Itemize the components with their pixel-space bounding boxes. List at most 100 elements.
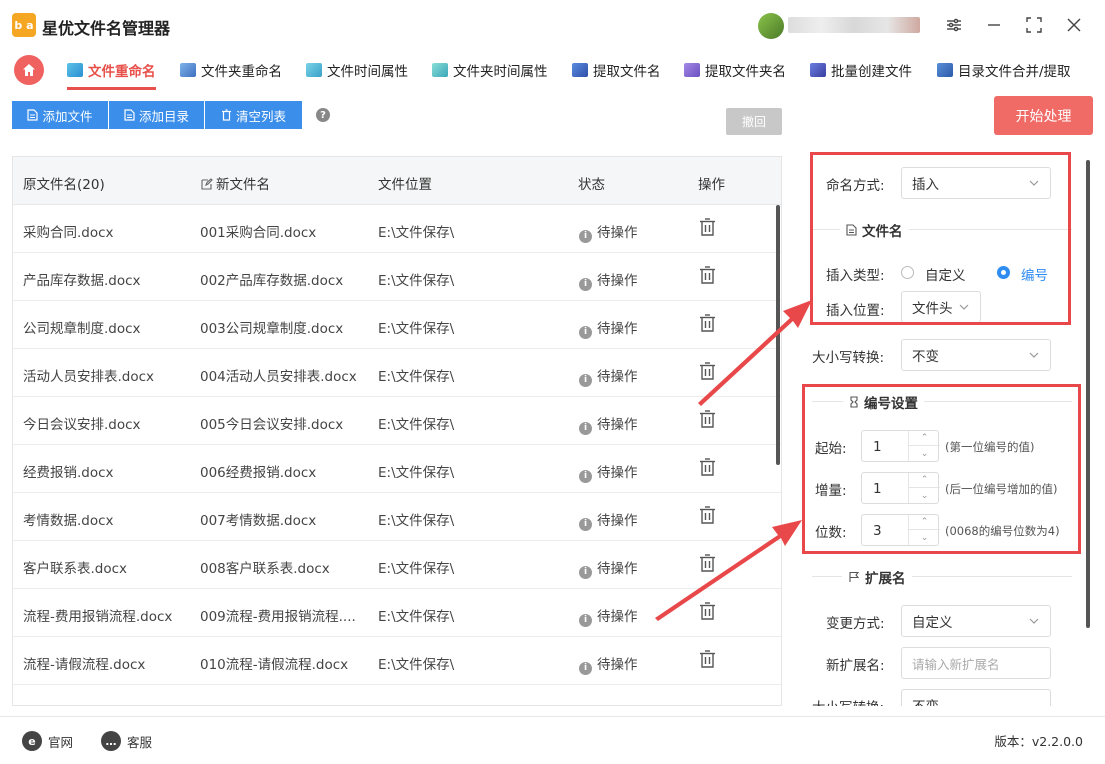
table-row[interactable]: 经费报销.docx 006经费报销.docx E:\文件保存\ i 待操作 (13, 445, 781, 493)
table-row[interactable]: 客户联系表.docx 008客户联系表.docx E:\文件保存\ i 待操作 (13, 541, 781, 589)
table-scrollbar[interactable] (776, 205, 780, 465)
app-logo: b a (12, 13, 36, 37)
user-name-blurred[interactable] (788, 17, 920, 33)
naming-mode-select[interactable]: 插入 (901, 167, 1051, 199)
status-text: 待操作 (597, 273, 638, 289)
user-avatar[interactable] (758, 13, 784, 39)
tab-file-time[interactable]: 文件时间属性 (306, 58, 408, 82)
file-time-icon (306, 63, 322, 77)
stepper-up-icon[interactable]: ⌃ (909, 473, 940, 488)
delete-button[interactable] (699, 506, 716, 528)
stepper-up-icon[interactable]: ⌃ (909, 431, 940, 446)
delete-button[interactable] (699, 650, 716, 672)
numbering-section-title: 编号设置 (843, 392, 924, 412)
stepper-down-icon[interactable]: ⌄ (909, 446, 940, 461)
table-row[interactable]: 今日会议安排.docx 005今日会议安排.docx E:\文件保存\ i 待操作 (13, 397, 781, 445)
delete-button[interactable] (699, 410, 716, 432)
start-value: 1 (873, 439, 882, 455)
stepper-down-icon[interactable]: ⌄ (909, 488, 940, 503)
close-icon[interactable] (1061, 12, 1087, 38)
cell-status: i 待操作 (579, 653, 638, 675)
radio-numbering[interactable] (997, 266, 1010, 279)
ext-case-value: 不变 (912, 695, 939, 706)
header-action: 操作 (698, 177, 725, 193)
tab-extract-filename[interactable]: 提取文件名 (572, 58, 661, 82)
tab-folder-time[interactable]: 文件夹时间属性 (432, 58, 548, 82)
case-label: 大小写转换: (812, 350, 885, 366)
start-hint: (第一位编号的值) (945, 440, 1035, 454)
tab-file-rename[interactable]: 文件重命名 (67, 58, 156, 90)
folder-time-icon (432, 63, 448, 77)
table-row[interactable]: 流程-费用报销流程.docx 009流程-费用报销流程.... E:\文件保存\ i 待… (13, 589, 781, 637)
cell-status: i 待操作 (579, 317, 638, 339)
start-processing-button[interactable]: 开始处理 (994, 96, 1093, 135)
minimize-icon[interactable] (981, 12, 1007, 38)
clear-list-label: 清空列表 (235, 108, 286, 124)
radio-custom-label[interactable]: 自定义 (925, 264, 966, 284)
ext-case-select[interactable]: 不变 (901, 689, 1051, 706)
table-row[interactable]: 考情数据.docx 007考情数据.docx E:\文件保存\ i 待操作 (13, 493, 781, 541)
document-icon (124, 109, 135, 121)
radio-numbering-label[interactable]: 编号 (1021, 264, 1048, 284)
delete-button[interactable] (699, 266, 716, 288)
insert-pos-select[interactable]: 文件头 (901, 291, 981, 323)
tab-bar: 文件重命名 文件夹重命名 文件时间属性 文件夹时间属性 提取文件名 提取文件夹名… (0, 50, 1105, 90)
website-link[interactable]: e 官网 (22, 731, 73, 751)
add-dir-button[interactable]: 添加目录 (109, 101, 204, 129)
start-stepper[interactable]: 1 ⌃ ⌄ (861, 430, 940, 462)
maximize-icon[interactable] (1021, 12, 1047, 38)
chevron-down-icon (1029, 618, 1039, 624)
cell-new-name: 006经费报销.docx (200, 465, 317, 481)
delete-button[interactable] (699, 458, 716, 480)
cell-status: i 待操作 (579, 221, 638, 243)
info-icon: i (579, 470, 592, 483)
table-row[interactable]: 采购合同.docx 001采购合同.docx E:\文件保存\ i 待操作 (13, 205, 781, 253)
tab-label: 文件时间属性 (327, 64, 408, 80)
delete-button[interactable] (699, 554, 716, 576)
footer: e 官网 … 客服 版本：v2.2.0.0 (0, 716, 1105, 764)
stepper-up-icon[interactable]: ⌃ (909, 515, 940, 530)
cell-status: i 待操作 (579, 461, 638, 483)
delete-button[interactable] (699, 314, 716, 336)
cell-status: i 待操作 (579, 557, 638, 579)
radio-custom[interactable] (901, 266, 914, 279)
chevron-down-icon (959, 304, 969, 310)
trash-icon (700, 410, 715, 428)
ext-mode-select[interactable]: 自定义 (901, 605, 1051, 637)
home-button[interactable] (14, 55, 44, 85)
tab-extract-foldername[interactable]: 提取文件夹名 (684, 58, 786, 82)
table-row[interactable]: 流程-请假流程.docx 010流程-请假流程.docx E:\文件保存\ i 待操作 (13, 637, 781, 685)
tab-batch-create[interactable]: 批量创建文件 (810, 58, 912, 82)
extension-section-label: 扩展名 (865, 571, 906, 587)
new-ext-input[interactable]: 请输入新扩展名 (901, 647, 1051, 679)
cell-original-name: 今日会议安排.docx (23, 417, 141, 433)
panel-scrollbar[interactable] (1086, 160, 1090, 628)
tab-dir-merge[interactable]: 目录文件合并/提取 (937, 58, 1071, 82)
undo-button[interactable]: 撤回 (726, 108, 782, 135)
tab-folder-rename[interactable]: 文件夹重命名 (180, 58, 282, 82)
support-link[interactable]: … 客服 (101, 731, 152, 751)
status-text: 待操作 (597, 321, 638, 337)
delete-button[interactable] (699, 218, 716, 240)
help-icon[interactable]: ? (316, 108, 330, 122)
info-icon: i (579, 374, 592, 387)
table-row[interactable]: 公司规章制度.docx 003公司规章制度.docx E:\文件保存\ i 待操作 (13, 301, 781, 349)
batch-create-icon (810, 63, 826, 77)
chat-icon: … (101, 731, 121, 751)
table-row[interactable]: 活动人员安排表.docx 004活动人员安排表.docx E:\文件保存\ i 待操作 (13, 349, 781, 397)
settings-icon[interactable] (941, 12, 967, 38)
delete-button[interactable] (699, 602, 716, 624)
delete-button[interactable] (699, 362, 716, 384)
stepper-down-icon[interactable]: ⌄ (909, 530, 940, 545)
table-row[interactable]: 产品库存数据.docx 002产品库存数据.docx E:\文件保存\ i 待操作 (13, 253, 781, 301)
case-select[interactable]: 不变 (901, 339, 1051, 371)
extract-filename-icon (572, 63, 588, 77)
tab-label: 目录文件合并/提取 (958, 64, 1071, 80)
step-stepper[interactable]: 1 ⌃ ⌄ (861, 472, 940, 504)
add-file-button[interactable]: 添加文件 (12, 101, 108, 129)
new-ext-label: 新扩展名: (826, 658, 885, 674)
clear-list-button[interactable]: 清空列表 (205, 101, 302, 129)
digits-stepper[interactable]: 3 ⌃ ⌄ (861, 514, 940, 546)
info-icon: i (579, 566, 592, 579)
info-icon: i (579, 422, 592, 435)
